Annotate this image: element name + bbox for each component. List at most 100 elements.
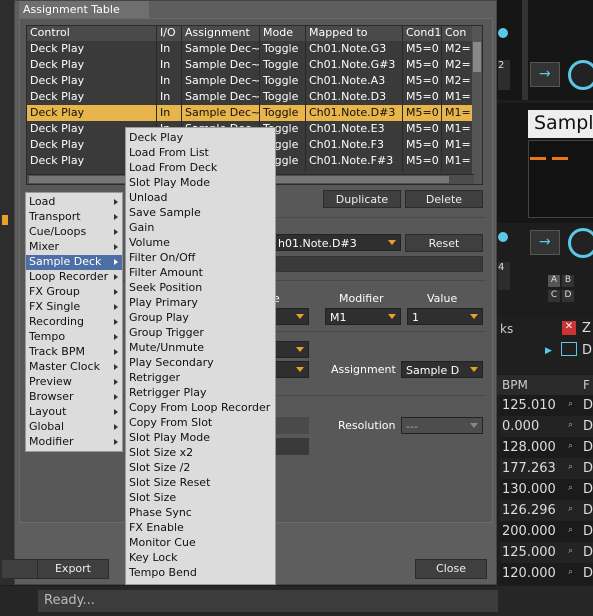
menu-item-preview[interactable]: Preview <box>26 375 122 390</box>
sample-slot[interactable] <box>528 140 593 218</box>
knob-icon[interactable] <box>568 60 593 90</box>
track-row[interactable]: 177.263 ⌕ D <box>500 458 593 479</box>
menu-item-fx-group[interactable]: FX Group <box>26 285 122 300</box>
submenu-item[interactable]: Retrigger <box>126 371 275 386</box>
knob-icon[interactable] <box>568 228 593 258</box>
value-dropdown[interactable]: 1 <box>407 308 483 325</box>
track-row[interactable]: 200.000 ⌕ D <box>500 521 593 542</box>
submenu-item[interactable]: Play Secondary <box>126 356 275 371</box>
submenu-item[interactable]: Slot Play Mode <box>126 431 275 446</box>
table-cell: Toggle <box>263 42 299 55</box>
track-row[interactable]: 125.010 ⌕ D <box>500 395 593 416</box>
column-header[interactable]: Mapped to <box>306 26 403 41</box>
chevron-right-icon <box>114 379 118 385</box>
menu-item-tempo[interactable]: Tempo <box>26 330 122 345</box>
expand-icon[interactable]: ▶ <box>545 346 552 356</box>
submenu-item[interactable]: Copy From Slot <box>126 416 275 431</box>
close-button[interactable]: Close <box>415 559 487 579</box>
menu-item-loop-recorder[interactable]: Loop Recorder <box>26 270 122 285</box>
submenu-item[interactable]: Key Lock <box>126 551 275 566</box>
menu-item-global[interactable]: Global <box>26 420 122 435</box>
submenu-item[interactable]: Save Sample <box>126 206 275 221</box>
vertical-scrollbar[interactable] <box>472 26 482 184</box>
submenu-item[interactable]: Monitor Cue <box>126 536 275 551</box>
submenu-item[interactable]: Mute/Unmute <box>126 341 275 356</box>
menu-item-recording[interactable]: Recording <box>26 315 122 330</box>
close-icon[interactable]: ✕ <box>562 321 576 335</box>
folder-icon[interactable] <box>561 342 577 356</box>
submenu-item[interactable]: Volume <box>126 236 275 251</box>
table-row[interactable]: Deck Play In Sample Dec~ Toggle Ch01.Note.D3… <box>27 89 474 105</box>
menu-item-mixer[interactable]: Mixer <box>26 240 122 255</box>
submenu-item[interactable]: FX Enable <box>126 521 275 536</box>
assignment-dropdown[interactable]: Sample D <box>401 361 483 378</box>
menu-item-fx-single[interactable]: FX Single <box>26 300 122 315</box>
mapped-to-dropdown[interactable]: h01.Note.D#3 <box>273 234 401 251</box>
menu-item-browser[interactable]: Browser <box>26 390 122 405</box>
track-row[interactable]: 128.000 ⌕ D <box>500 437 593 458</box>
modifier-dropdown[interactable]: M1 <box>325 308 401 325</box>
f-header[interactable]: F <box>583 378 590 392</box>
arrow-button[interactable]: → <box>530 62 560 87</box>
bpm-header[interactable]: BPM <box>502 378 528 392</box>
submenu-item[interactable]: Retrigger Play <box>126 386 275 401</box>
column-header[interactable]: Control <box>27 26 157 41</box>
menu-item-transport[interactable]: Transport <box>26 210 122 225</box>
submenu-item[interactable]: Copy From Loop Recorder <box>126 401 275 416</box>
scroll-thumb[interactable] <box>473 42 481 72</box>
submenu-item[interactable]: Group Trigger <box>126 326 275 341</box>
column-header[interactable]: Con <box>442 26 474 41</box>
submenu-item[interactable]: Slot Size /2 <box>126 461 275 476</box>
export-button[interactable]: Export <box>37 559 109 579</box>
submenu-item[interactable]: Tempo Bend <box>126 566 275 581</box>
ab-b[interactable]: B <box>562 275 574 287</box>
submenu-item[interactable]: Unload <box>126 191 275 206</box>
submenu-item[interactable]: Deck Play <box>126 131 275 146</box>
arrow-button[interactable]: → <box>530 230 560 255</box>
submenu-item[interactable]: Load From List <box>126 146 275 161</box>
track-row[interactable]: 120.000 ⌕ D <box>500 563 593 584</box>
delete-button[interactable]: Delete <box>405 190 483 208</box>
condition-dropdown[interactable] <box>273 308 309 325</box>
submenu-item[interactable]: Slot Size x2 <box>126 446 275 461</box>
submenu-item[interactable]: Play Primary <box>126 296 275 311</box>
ab-d[interactable]: D <box>562 290 574 302</box>
column-header[interactable]: Mode <box>260 26 306 41</box>
submenu-item[interactable]: Filter On/Off <box>126 251 275 266</box>
track-row[interactable]: 130.000 ⌕ D <box>500 479 593 500</box>
interaction-dropdown[interactable] <box>273 361 309 378</box>
table-row[interactable]: Deck Play In Sample Dec~ Toggle Ch01.Note.G3… <box>27 41 474 57</box>
menu-item-cue-loops[interactable]: Cue/Loops <box>26 225 122 240</box>
submenu-item[interactable]: Gain <box>126 221 275 236</box>
table-row[interactable]: Deck Play In Sample Dec~ Toggle Ch01.Note.G#… <box>27 57 474 73</box>
submenu-item[interactable]: Seek Position <box>126 281 275 296</box>
column-header[interactable]: Assignment <box>182 26 260 41</box>
submenu-item[interactable]: Phase Sync <box>126 506 275 521</box>
submenu-item[interactable]: Load From Deck <box>126 161 275 176</box>
track-row[interactable]: 0.000 ⌕ D <box>500 416 593 437</box>
submenu-item[interactable]: Slot Size <box>126 491 275 506</box>
comment-field[interactable] <box>273 256 483 272</box>
duplicate-button[interactable]: Duplicate <box>323 190 401 208</box>
submenu-item[interactable]: Group Play <box>126 311 275 326</box>
menu-item-sample-deck[interactable]: Sample Deck <box>26 255 122 270</box>
menu-item-load[interactable]: Load <box>26 195 122 210</box>
table-row[interactable]: Deck Play In Sample Dec~ Toggle Ch01.Note.A3… <box>27 73 474 89</box>
submenu-item[interactable]: Slot Size Reset <box>126 476 275 491</box>
menu-item-modifier[interactable]: Modifier <box>26 435 122 450</box>
submenu-item[interactable]: Filter Amount <box>126 266 275 281</box>
column-header[interactable]: I/O <box>157 26 182 41</box>
ab-c[interactable]: C <box>548 290 560 302</box>
track-row[interactable]: 126.296 ⌕ D <box>500 500 593 521</box>
reset-button[interactable]: Reset <box>405 234 483 252</box>
menu-item-track-bpm[interactable]: Track BPM <box>26 345 122 360</box>
track-row[interactable]: 125.000 ⌕ D <box>500 542 593 563</box>
resolution-dropdown[interactable]: --- <box>401 417 483 434</box>
submenu-item[interactable]: Slot Play Mode <box>126 176 275 191</box>
column-header[interactable]: Cond1 <box>403 26 442 41</box>
ab-a[interactable]: A <box>548 275 560 287</box>
menu-item-layout[interactable]: Layout <box>26 405 122 420</box>
table-row[interactable]: Deck Play In Sample Dec~ Toggle Ch01.Note.D#… <box>27 105 474 121</box>
menu-item-master-clock[interactable]: Master Clock <box>26 360 122 375</box>
type-dropdown[interactable] <box>273 341 309 358</box>
